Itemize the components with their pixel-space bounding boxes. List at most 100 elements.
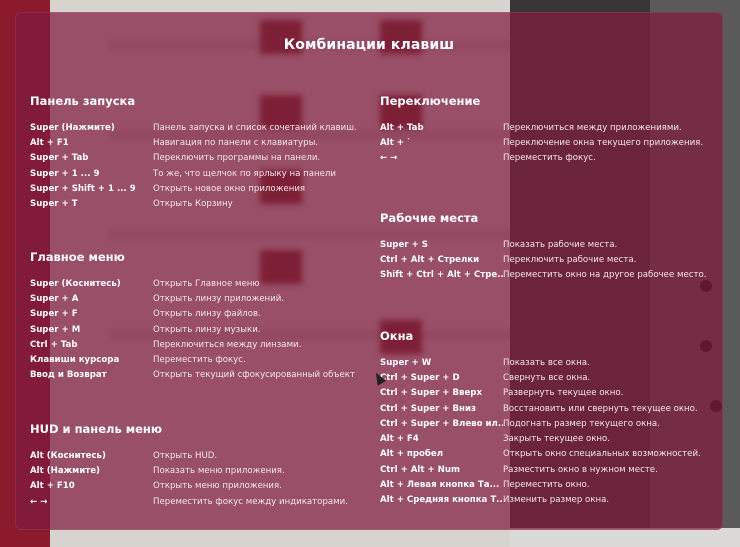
- shortcut-row: Ctrl + Alt + Num Разместить окно в нужном…: [380, 462, 713, 477]
- shortcut-row: Super + F Открыть линзу файлов.: [30, 307, 373, 322]
- shortcut-key: Alt + `: [380, 137, 412, 148]
- shortcut-description: Панель запуска и список сочетаний клавиш…: [153, 122, 357, 133]
- section-heading: Окна: [380, 329, 414, 343]
- shortcut-row: Alt + Tab Переключиться между приложениям…: [380, 120, 713, 135]
- shortcut-description: То же, что щелчок по ярлыку на панели: [153, 168, 336, 179]
- shortcut-description: Показать рабочие места.: [503, 239, 618, 250]
- section-heading: Рабочие места: [380, 211, 479, 225]
- shortcut-key: Ctrl + Super + D: [380, 372, 460, 383]
- shortcut-description: Восстановить или свернуть текущее окно.: [503, 403, 698, 414]
- shortcut-description: Переместить окно на другое рабочее место…: [503, 270, 707, 281]
- shortcut-row: Super (Нажмите) Панель запуска и список с…: [30, 120, 373, 135]
- shortcut-description: Развернуть текущее окно.: [503, 388, 624, 399]
- shortcut-row: Super + T Открыть Корзину: [30, 196, 373, 211]
- shortcut-description: Открыть меню приложения.: [153, 481, 282, 492]
- shortcut-row: Ctrl + Alt + Стрелки Переключить рабочие …: [380, 252, 713, 267]
- shortcut-key: Ctrl + Super + Влево ил...: [380, 418, 503, 429]
- shortcut-key: Super + S: [380, 239, 428, 250]
- shortcut-key: Ctrl + Super + Вверх: [380, 388, 483, 399]
- shortcut-row: Alt + Средняя кнопка Т... Изменить размер…: [380, 493, 713, 508]
- section-heading: Главное меню: [30, 250, 125, 264]
- section-switching: Переключение Alt + Tab Переключиться межд…: [380, 94, 713, 166]
- shortcut-description: Переключение окна текущего приложения.: [503, 137, 704, 148]
- shortcut-row: Alt + Левая кнопка Та... Переместить окно…: [380, 477, 713, 492]
- shortcut-description: Закрыть текущее окно.: [503, 434, 611, 445]
- shortcut-description: Переместить окно.: [503, 480, 590, 491]
- shortcut-description: Открыть линзу приложений.: [153, 293, 285, 304]
- shortcut-row: Ctrl + Super + D Свернуть все окна.: [380, 370, 713, 385]
- shortcut-key: Клавиши курсора: [30, 355, 120, 366]
- shortcut-description: Открыть Корзину: [153, 199, 233, 210]
- shortcut-description: Изменить размер окна.: [503, 495, 610, 506]
- shortcut-row: Alt (Коснитесь) Открыть HUD.: [30, 448, 373, 463]
- shortcut-description: Переключиться между приложениями.: [503, 122, 682, 133]
- shortcut-description: Переместить фокус.: [153, 355, 246, 366]
- shortcut-description: Показать меню приложения.: [153, 465, 285, 476]
- shortcut-description: Открыть линзу музыки.: [153, 324, 261, 335]
- shortcut-description: Открыть HUD.: [153, 450, 218, 461]
- shortcut-key: Alt + F4: [380, 434, 419, 445]
- shortcut-key: Super + Shift + 1 ... 9: [30, 183, 136, 194]
- shortcut-row: Alt + F1 Навигация по панели с клавиатуры…: [30, 135, 373, 150]
- shortcut-key: Super + M: [30, 324, 81, 335]
- shortcut-row: Alt + ` Переключение окна текущего прилож…: [380, 135, 713, 150]
- shortcut-row: Shift + Ctrl + Alt + Стре... Переместить …: [380, 268, 713, 283]
- shortcut-row: Alt (Нажмите) Показать меню приложения.: [30, 463, 373, 478]
- section-launcher: Панель запуска Super (Нажмите) Панель зап…: [30, 94, 373, 212]
- shortcut-key: Super + W: [380, 357, 432, 368]
- shortcut-description: Переключить рабочие места.: [503, 254, 637, 265]
- shortcut-row: Alt + пробел Открыть окно специальных воз…: [380, 447, 713, 462]
- shortcut-row: ← → Переместить фокус.: [380, 151, 713, 166]
- shortcut-key: Alt + Левая кнопка Та...: [380, 480, 500, 491]
- section-dash: Главное меню Super (Коснитесь) Открыть Гл…: [30, 250, 373, 383]
- editor-statusbar: [510, 528, 740, 547]
- shortcut-description: Показать все окна.: [503, 357, 590, 368]
- shortcut-key: Super (Коснитесь): [30, 278, 121, 289]
- shortcut-description: Открыть текущий сфокусированный объект: [153, 370, 355, 381]
- shortcut-key: Alt + F10: [30, 481, 75, 492]
- shortcut-list: Super (Коснитесь) Открыть Главное меню Sup…: [30, 276, 373, 383]
- shortcut-key: Super + A: [30, 293, 79, 304]
- shortcut-key: Alt + F1: [30, 137, 69, 148]
- shortcut-key: Super + 1 ... 9: [30, 168, 100, 179]
- shortcut-row: Super + Shift + 1 ... 9 Открыть новое окн…: [30, 181, 373, 196]
- shortcut-key: ← →: [30, 496, 48, 507]
- shortcut-row: Ctrl + Super + Вниз Восстановить или свер…: [380, 401, 713, 416]
- shortcut-description: Переместить фокус.: [503, 153, 596, 164]
- keyboard-shortcuts-overlay: Комбинации клавиш Панель запуска Super (…: [15, 12, 723, 530]
- shortcut-key: Super + Tab: [30, 153, 89, 164]
- shortcut-key: Ctrl + Tab: [30, 339, 78, 350]
- shortcut-list: Alt (Коснитесь) Открыть HUD. Alt (Нажмите)…: [30, 448, 373, 509]
- shortcut-row: ← → Переместить фокус между индикаторами.: [30, 494, 373, 509]
- shortcut-row: Super + S Показать рабочие места.: [380, 237, 713, 252]
- shortcut-list: Super + W Показать все окна. Ctrl + Super …: [380, 355, 713, 508]
- shortcut-key: Super + T: [30, 199, 78, 210]
- shortcut-row: Ввод и Возврат Открыть текущий сфокусиров…: [30, 368, 373, 383]
- shortcut-description: Навигация по панели с клавиатуры.: [153, 137, 319, 148]
- shortcut-description: Переместить фокус между индикаторами.: [153, 496, 348, 507]
- shortcut-description: Разместить окно в нужном месте.: [503, 464, 658, 475]
- shortcut-key: ← →: [380, 153, 398, 164]
- shortcut-key: Ctrl + Alt + Стрелки: [380, 254, 480, 265]
- shortcut-description: Переключиться между линзами.: [153, 339, 302, 350]
- shortcut-key: Alt (Коснитесь): [30, 450, 106, 461]
- shortcut-list: Super (Нажмите) Панель запуска и список с…: [30, 120, 373, 212]
- shortcut-description: Открыть новое окно приложения: [153, 183, 306, 194]
- shortcut-description: Открыть линзу файлов.: [153, 309, 261, 320]
- shortcut-list: Super + S Показать рабочие места. Ctrl + A…: [380, 237, 713, 283]
- shortcut-row: Alt + F10 Открыть меню приложения.: [30, 479, 373, 494]
- section-hud: HUD и панель меню Alt (Коснитесь) Открыть…: [30, 422, 373, 509]
- shortcut-key: Alt + Средняя кнопка Т...: [380, 495, 503, 506]
- overlay-title: Комбинации клавиш: [283, 37, 455, 53]
- section-windows: Окна Super + W Показать все окна. Ctrl + S…: [380, 329, 713, 508]
- section-heading: Панель запуска: [30, 94, 136, 108]
- shortcut-list: Alt + Tab Переключиться между приложениям…: [380, 120, 713, 166]
- shortcut-row: Ctrl + Tab Переключиться между линзами.: [30, 337, 373, 352]
- shortcut-description: Подогнать размер текущего окна.: [503, 418, 660, 429]
- shortcut-key: Super + F: [30, 309, 78, 320]
- shortcut-row: Alt + F4 Закрыть текущее окно.: [380, 431, 713, 446]
- shortcut-description: Свернуть все окна.: [503, 372, 591, 383]
- shortcut-key: Super (Нажмите): [30, 122, 115, 133]
- shortcut-row: Super + M Открыть линзу музыки.: [30, 322, 373, 337]
- shortcut-row: Super + 1 ... 9 То же, что щелчок по ярлы…: [30, 166, 373, 181]
